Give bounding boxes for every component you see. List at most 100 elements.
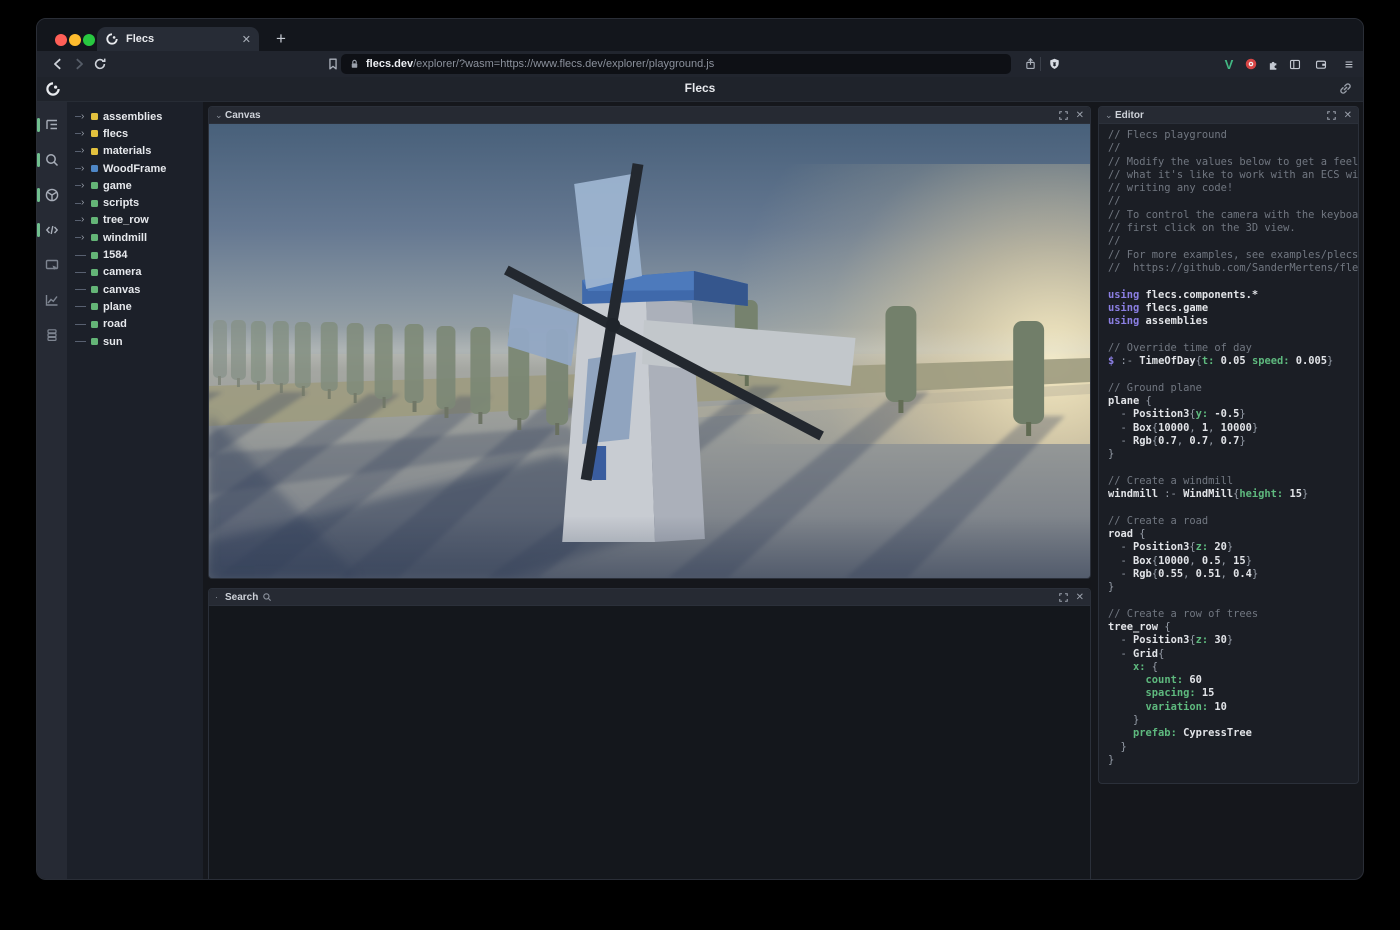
url-domain: flecs.dev — [366, 58, 413, 70]
rail-code-icon[interactable] — [37, 218, 67, 242]
tree-item-label: assemblies — [103, 111, 162, 123]
lock-icon — [349, 58, 360, 70]
tree-item-plane[interactable]: plane — [67, 298, 203, 315]
tree-item-label: plane — [103, 301, 132, 313]
extensions-puzzle-icon[interactable] — [1264, 55, 1282, 73]
expand-arrow-icon[interactable]: › — [75, 195, 88, 212]
code-line: } — [1108, 741, 1358, 754]
expand-arrow-icon[interactable]: › — [75, 143, 88, 160]
code-line: road { — [1108, 528, 1358, 541]
rail-search-icon[interactable] — [37, 148, 67, 172]
rail-logs-icon[interactable] — [37, 323, 67, 347]
tree-item-tree_row[interactable]: › tree_row — [67, 212, 203, 229]
tree-item-1584[interactable]: 1584 — [67, 246, 203, 263]
code-line: - Position3{z: 30} — [1108, 634, 1358, 647]
fullscreen-icon[interactable] — [1059, 111, 1068, 120]
tab-favicon-flecs-logo — [105, 32, 119, 46]
entity-color-swatch — [91, 182, 98, 189]
brave-shield-icon[interactable] — [1045, 55, 1063, 73]
bookmark-icon[interactable] — [324, 55, 342, 73]
expand-arrow-icon[interactable]: › — [75, 125, 88, 142]
entity-color-swatch — [91, 148, 98, 155]
code-line: plane { — [1108, 395, 1358, 408]
code-line: } — [1108, 448, 1358, 461]
share-link-icon[interactable] — [1338, 81, 1353, 96]
url-bar[interactable]: flecs.dev/explorer/?wasm=https://www.fle… — [341, 54, 1011, 74]
browser-tab[interactable]: Flecs ✕ — [97, 27, 259, 51]
traffic-light-close[interactable] — [55, 34, 67, 46]
rail-scene-icon[interactable] — [37, 183, 67, 207]
sidebar-toggle-icon[interactable] — [1286, 55, 1304, 73]
expand-arrow-icon[interactable]: › — [75, 160, 88, 177]
fullscreen-icon[interactable] — [1327, 111, 1336, 120]
tree-item-materials[interactable]: › materials — [67, 143, 203, 160]
entity-color-swatch — [91, 234, 98, 241]
code-line: x: { — [1108, 661, 1358, 674]
wallet-icon[interactable] — [1312, 55, 1330, 73]
traffic-light-zoom[interactable] — [83, 34, 95, 46]
rail-stats-icon[interactable] — [37, 288, 67, 312]
code-line: // Override time of day — [1108, 342, 1358, 355]
entity-color-swatch — [91, 321, 98, 328]
expand-arrow-icon[interactable]: › — [75, 108, 88, 125]
browser-menu-button[interactable]: ≡ — [1340, 55, 1358, 73]
close-icon[interactable]: ✕ — [1344, 110, 1352, 121]
code-line — [1108, 594, 1358, 607]
share-icon[interactable] — [1021, 55, 1039, 73]
red-extension-icon[interactable] — [1242, 55, 1260, 73]
forward-button[interactable] — [70, 55, 88, 73]
code-line: windmill :- WindMill{height: 15} — [1108, 488, 1358, 501]
editor-panel-header[interactable]: ⌄ Editor ✕ — [1099, 107, 1358, 124]
active-indicator — [37, 153, 40, 167]
canvas-panel: ⌄ Canvas ✕ — [208, 106, 1091, 579]
reload-button[interactable] — [91, 55, 109, 73]
tree-item-WoodFrame[interactable]: ›WoodFrame — [67, 160, 203, 177]
expand-arrow-icon[interactable]: › — [75, 229, 88, 246]
collapse-chevron-icon[interactable]: ⌄ — [1105, 111, 1115, 119]
canvas-panel-header[interactable]: ⌄ Canvas ✕ — [209, 107, 1090, 124]
expand-arrow-icon[interactable]: › — [75, 212, 88, 229]
tree-item-flecs[interactable]: ›flecs — [67, 125, 203, 142]
close-icon[interactable]: ✕ — [1076, 592, 1084, 603]
leaf-dash-icon — [75, 333, 88, 350]
tab-close-icon[interactable]: ✕ — [242, 33, 251, 46]
tree-item-game[interactable]: ›game — [67, 177, 203, 194]
editor-panel: ⌄ Editor ✕ // Flecs playground//// Modif… — [1098, 106, 1359, 784]
code-line: // — [1108, 235, 1358, 248]
rail-entity-tree-icon[interactable] — [37, 113, 67, 137]
collapsed-dot-icon[interactable]: · — [215, 593, 225, 601]
tree-item-assemblies[interactable]: › assemblies — [67, 108, 203, 125]
tree-item-label: materials — [103, 145, 151, 157]
code-line: - Rgb{0.55, 0.51, 0.4} — [1108, 568, 1358, 581]
tree-item-sun[interactable]: sun — [67, 333, 203, 350]
collapse-chevron-icon[interactable]: ⌄ — [215, 111, 225, 119]
canvas-3d-scene[interactable] — [209, 124, 1090, 578]
expand-arrow-icon[interactable]: › — [75, 177, 88, 194]
code-line: // For more examples, see examples/plecs… — [1108, 249, 1358, 262]
back-button[interactable] — [49, 55, 67, 73]
active-indicator — [37, 118, 40, 132]
new-tab-button[interactable]: + — [269, 27, 293, 51]
entity-color-swatch — [91, 303, 98, 310]
code-line: // Create a windmill — [1108, 475, 1358, 488]
code-line: // To control the camera with the keyboa… — [1108, 209, 1358, 222]
tree-item-canvas[interactable]: canvas — [67, 281, 203, 298]
code-area[interactable]: // Flecs playground//// Modify the value… — [1099, 124, 1358, 783]
tree-item-windmill[interactable]: ›windmill — [67, 229, 203, 246]
code-line: using flecs.components.* — [1108, 289, 1358, 302]
fullscreen-icon[interactable] — [1059, 593, 1068, 602]
tree-item-scripts[interactable]: ›scripts — [67, 194, 203, 211]
tab-strip: Flecs ✕ + — [37, 19, 1363, 51]
tab-title: Flecs — [126, 33, 242, 45]
vue-devtools-extension-icon[interactable]: V — [1220, 55, 1238, 73]
close-icon[interactable]: ✕ — [1076, 110, 1084, 121]
tree-item-camera[interactable]: camera — [67, 264, 203, 281]
tree-item-label: tree_row — [103, 214, 149, 226]
traffic-light-minimize[interactable] — [69, 34, 81, 46]
code-line: } — [1108, 581, 1358, 594]
tree-item-road[interactable]: road — [67, 316, 203, 333]
search-panel-header[interactable]: · Search ✕ — [209, 589, 1090, 606]
rail-inspector-icon[interactable] — [37, 253, 67, 277]
entity-color-swatch — [91, 130, 98, 137]
code-line: // Flecs playground — [1108, 129, 1358, 142]
